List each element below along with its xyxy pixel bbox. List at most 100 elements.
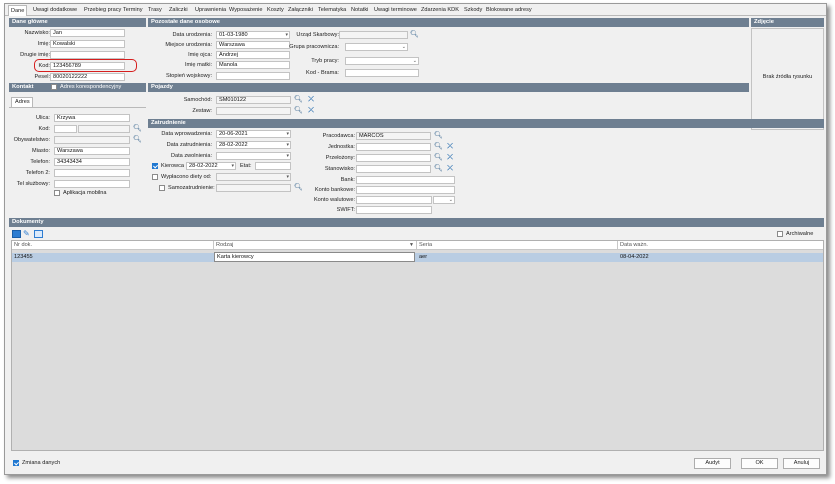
anuluj-button[interactable]: Anuluj [783, 458, 820, 469]
pracodawca-field[interactable]: MARCOS [356, 132, 431, 140]
telefon-field[interactable]: 34343434 [54, 158, 130, 166]
zestaw-field[interactable] [216, 107, 291, 115]
column-header[interactable]: Seria [417, 241, 618, 250]
search-icon[interactable]: 🔍︎ [133, 136, 142, 144]
chevron-down-icon[interactable]: ▾ [286, 131, 289, 137]
drugie-imie-field[interactable] [50, 51, 125, 59]
kontakt-kod-field[interactable] [54, 125, 77, 133]
tab-notatki[interactable]: Notatki [351, 5, 368, 16]
data-urodzenia-field[interactable]: 01-03-1980 ▾ [216, 31, 290, 39]
view-document-icon[interactable] [34, 230, 43, 238]
grupa-pracownicza-select[interactable]: ⌄ [345, 43, 408, 51]
miasto-label: Miasto: [31, 148, 50, 154]
clear-icon[interactable]: ⤫ [307, 107, 315, 115]
tab-telematyka[interactable]: Telematyka [318, 5, 346, 16]
search-icon[interactable]: 🔍︎ [294, 107, 303, 115]
filter-dropdown-icon[interactable]: ▼ [409, 241, 414, 250]
search-icon[interactable]: 🔍︎ [434, 154, 443, 162]
kierowca-checkbox[interactable] [152, 163, 158, 169]
imie-ojca-field[interactable]: Andrzej [216, 51, 290, 59]
chevron-down-icon[interactable]: ▾ [231, 163, 234, 169]
kod-brama-field[interactable] [345, 69, 419, 77]
data-zwolnienia-field[interactable]: ▾ [216, 152, 291, 160]
chevron-down-icon[interactable]: ⌄ [402, 44, 406, 50]
search-icon[interactable]: 🔍︎ [410, 31, 419, 39]
samochod-field[interactable]: SM010122 [216, 96, 291, 104]
search-icon[interactable]: 🔍︎ [294, 184, 303, 192]
chevron-down-icon[interactable]: ▾ [286, 153, 289, 159]
clear-icon[interactable]: ⤫ [446, 143, 454, 151]
tryb-pracy-select[interactable]: ⌄ [345, 57, 419, 65]
zmiana-danych-label: Zmiana danych [22, 460, 61, 466]
telefon-2-field[interactable] [54, 169, 130, 177]
nazwisko-field[interactable]: Jan [50, 29, 125, 37]
search-icon[interactable]: 🔍︎ [133, 125, 142, 133]
photo-placeholder[interactable]: Brak źródła rysunku [751, 28, 824, 130]
pesel-field[interactable]: 80020122222 [50, 73, 125, 81]
column-header[interactable]: Nr dok. [12, 241, 214, 250]
column-header[interactable]: Data ważn. [618, 241, 823, 250]
chevron-down-icon[interactable]: ⌄ [413, 58, 417, 64]
tab-koszty[interactable]: Koszty [267, 5, 284, 16]
swift-field[interactable] [356, 206, 432, 214]
tab-dane[interactable]: Dane [8, 5, 28, 16]
etat-field[interactable] [255, 162, 291, 170]
adres-korespondencyjny-checkbox[interactable] [51, 84, 57, 90]
konto-walutowe-field[interactable] [356, 196, 432, 204]
data-zatrudnienia-value: 28-02-2022 [219, 142, 248, 148]
tab-uprawnienia[interactable]: Uprawnienia [195, 5, 226, 16]
przelozony-field[interactable] [356, 154, 431, 162]
samozatrudnienie-checkbox[interactable] [159, 185, 165, 191]
obywatelstwo-field[interactable] [54, 136, 130, 144]
stanowisko-field[interactable] [356, 165, 431, 173]
search-icon[interactable]: 🔍︎ [434, 143, 443, 151]
clear-icon[interactable]: ⤫ [446, 165, 454, 173]
search-icon[interactable]: 🔍︎ [434, 132, 443, 140]
aplikacja-mobilna-checkbox[interactable] [54, 190, 60, 196]
clear-icon[interactable]: ⤫ [307, 96, 315, 104]
miejsce-urodzenia-field[interactable]: Warszawa [216, 41, 290, 49]
ok-button[interactable]: OK [741, 458, 778, 469]
tab-uwagi-terminowe[interactable]: Uwagi terminowe [374, 5, 417, 16]
stopien-wojskowy-field[interactable] [216, 72, 290, 80]
tab-zdarzenia-kdk[interactable]: Zdarzenia KDK [421, 5, 459, 16]
tab-trasy[interactable]: Trasy [148, 5, 162, 16]
tab-terminy[interactable]: Terminy [123, 5, 143, 16]
cell-rodzaj[interactable]: Karta kierowcy [214, 252, 415, 262]
column-header[interactable]: Rodzaj ▼ [214, 241, 417, 250]
imie-matki-field[interactable]: Manola [216, 61, 290, 69]
audyt-button[interactable]: Audyt [694, 458, 731, 469]
chevron-down-icon[interactable]: ⌄ [449, 197, 453, 203]
tab-uwagi-dodatkowe[interactable]: Uwagi dodatkowe [33, 5, 77, 16]
zmiana-danych-checkbox[interactable] [13, 460, 19, 466]
diety-checkbox[interactable] [152, 174, 158, 180]
table-row[interactable]: 123455 Karta kierowcy aer 08-04-2022 [12, 252, 823, 262]
clear-icon[interactable]: ⤫ [446, 154, 454, 162]
edit-document-icon[interactable]: ✎ [23, 230, 32, 238]
tab-przebieg-pracy[interactable]: Przebieg pracy [84, 5, 121, 16]
data-zatrudnienia-field[interactable]: 28-02-2022 ▾ [216, 141, 291, 149]
bank-field[interactable] [356, 176, 455, 184]
currency-select[interactable]: ⌄ [433, 196, 455, 204]
tab-zaliczki[interactable]: Zaliczki [169, 5, 188, 16]
imie-field[interactable]: Kowalski [50, 40, 125, 48]
tab-zalaczniki[interactable]: Załączniki [288, 5, 313, 16]
konto-bankowe-field[interactable] [356, 186, 455, 194]
search-icon[interactable]: 🔍︎ [434, 165, 443, 173]
archiwalne-checkbox[interactable] [777, 231, 783, 237]
tel-sluzbowy-field[interactable] [54, 180, 130, 188]
tab-adres[interactable]: Adres [11, 97, 33, 107]
search-icon[interactable]: 🔍︎ [294, 96, 303, 104]
urzad-skarbowy-field[interactable] [339, 31, 408, 39]
jednostka-field[interactable] [356, 143, 431, 151]
ulica-field[interactable]: Krzywa [54, 114, 130, 122]
tab-wyposazenie[interactable]: Wyposażenie [229, 5, 263, 16]
add-document-icon[interactable] [12, 230, 21, 238]
data-wprowadzenia-field[interactable]: 20-06-2021 ▾ [216, 130, 291, 138]
tab-blokowane-adresy[interactable]: Blokowane adresy [486, 5, 532, 16]
kierowca-date-field[interactable]: 28-02-2022 ▾ [186, 162, 236, 170]
miasto-field[interactable]: Warszawa [54, 147, 130, 155]
chevron-down-icon[interactable]: ▾ [285, 32, 288, 38]
tab-szkody[interactable]: Szkody [464, 5, 482, 16]
chevron-down-icon[interactable]: ▾ [286, 142, 289, 148]
